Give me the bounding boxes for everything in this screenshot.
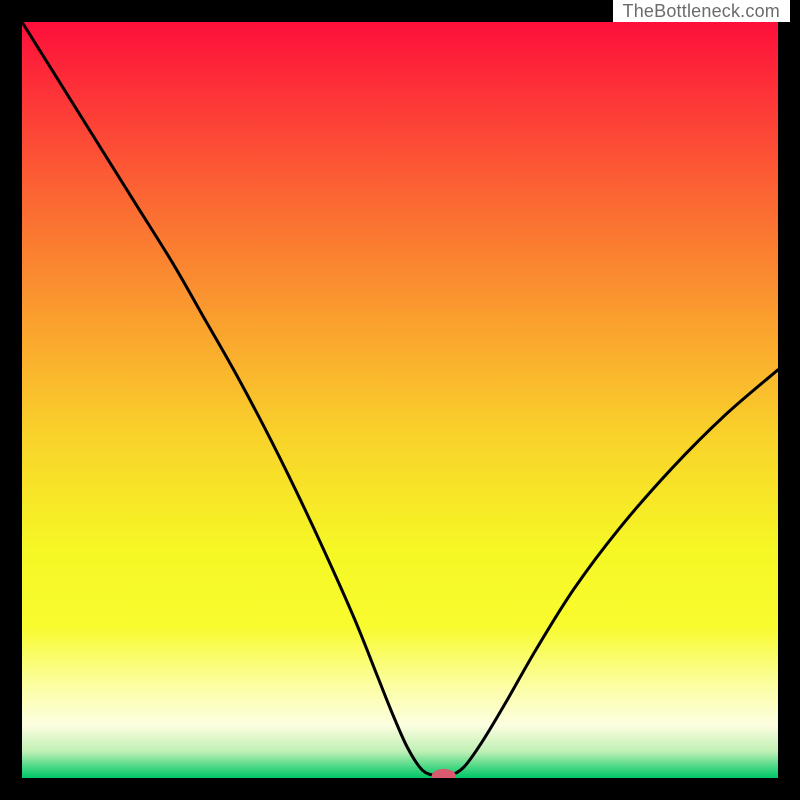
plot-background — [22, 22, 778, 778]
bottleneck-plot — [22, 22, 778, 778]
chart-frame: TheBottleneck.com — [0, 0, 800, 800]
attribution-label: TheBottleneck.com — [613, 0, 790, 22]
